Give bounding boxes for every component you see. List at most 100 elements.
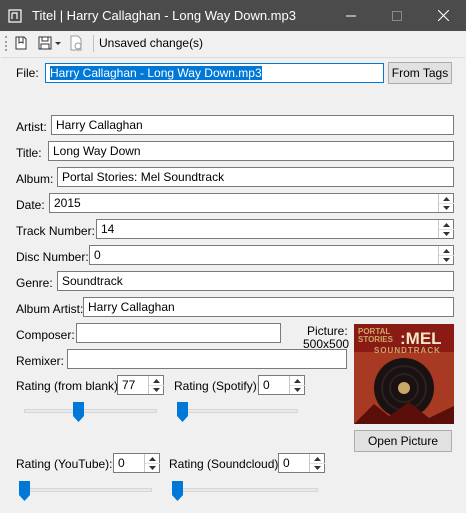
maximize-button[interactable] — [374, 0, 420, 31]
window-title: Titel | Harry Callaghan - Long Way Down.… — [32, 8, 296, 23]
genre-input[interactable]: Soundtrack — [57, 271, 454, 291]
disc-number-spin-buttons — [438, 246, 454, 264]
toolbar-grip[interactable] — [5, 36, 7, 51]
rating-from-blank-slider-thumb[interactable] — [73, 402, 85, 422]
album-artist-label: Album Artist: — [16, 302, 84, 316]
rating-from-blank-slider-track[interactable] — [24, 409, 157, 413]
disc-number-decrement-button[interactable] — [439, 255, 454, 264]
app-icon — [8, 9, 22, 23]
caret-up-icon — [314, 456, 321, 461]
disc-number-increment-button[interactable] — [439, 246, 454, 255]
rating-youtube-label: Rating (YouTube): — [16, 457, 113, 471]
from-tags-button[interactable]: From Tags — [388, 62, 452, 84]
minimize-icon — [346, 15, 356, 16]
close-button[interactable] — [420, 0, 466, 31]
rating-youtube-value: 0 — [118, 456, 125, 470]
disc-number-label: Disc Number: — [16, 250, 89, 264]
track-number-label: Track Number: — [16, 224, 95, 238]
rating-from-blank-label: Rating (from blank): — [16, 379, 122, 393]
date-label: Date: — [16, 198, 45, 212]
rating-youtube-stepper[interactable]: 0 — [113, 453, 160, 473]
album-art-text-stories: STORIES — [358, 335, 394, 344]
caret-down-icon — [153, 388, 160, 392]
rating-soundcloud-slider-track[interactable] — [177, 488, 318, 492]
composer-input[interactable] — [76, 323, 281, 343]
rating-youtube-slider-thumb[interactable] — [18, 481, 30, 501]
save-icon[interactable] — [37, 35, 53, 51]
rating-from-blank-decrement-button[interactable] — [149, 385, 164, 394]
remixer-label: Remixer: — [16, 354, 65, 368]
file-label: File: — [16, 66, 39, 80]
caret-down-icon — [443, 206, 450, 210]
track-number-value: 14 — [101, 222, 115, 236]
rating-spotify-label: Rating (Spotify): — [174, 379, 261, 393]
open-file-icon[interactable] — [13, 35, 29, 51]
caret-up-icon — [443, 196, 450, 201]
rating-from-blank-increment-button[interactable] — [149, 376, 164, 385]
album-input[interactable]: Portal Stories: Mel Soundtrack — [57, 167, 454, 187]
rating-soundcloud-slider-thumb[interactable] — [171, 481, 183, 501]
toolbar: Unsaved change(s) — [1, 31, 465, 56]
rating-spotify-increment-button[interactable] — [290, 376, 305, 385]
title-bar: Titel | Harry Callaghan - Long Way Down.… — [0, 0, 466, 31]
caret-up-icon — [149, 456, 156, 461]
caret-up-icon — [294, 378, 301, 383]
track-number-spin-buttons — [438, 220, 454, 238]
file-name-value: Harry Callaghan - Long Way Down.mp3 — [50, 66, 262, 80]
caret-down-icon — [314, 466, 321, 470]
track-number-increment-button[interactable] — [439, 220, 454, 229]
rating-soundcloud-stepper[interactable]: 0 — [278, 453, 325, 473]
open-picture-button[interactable]: Open Picture — [354, 430, 452, 452]
rating-youtube-spin-buttons — [144, 454, 160, 472]
rating-spotify-stepper[interactable]: 0 — [258, 375, 305, 395]
rating-from-blank-spin-buttons — [148, 376, 164, 394]
rating-soundcloud-decrement-button[interactable] — [310, 463, 325, 472]
rating-spotify-slider-track[interactable] — [182, 409, 298, 413]
date-spin-buttons — [438, 194, 454, 212]
rating-spotify-value: 0 — [263, 378, 270, 392]
rating-youtube-decrement-button[interactable] — [145, 463, 160, 472]
caret-down-icon — [149, 466, 156, 470]
composer-label: Composer: — [16, 328, 75, 342]
album-art-text-soundtrack: SOUNDTRACK — [374, 346, 441, 355]
rating-from-blank-stepper[interactable]: 77 — [117, 375, 164, 395]
date-decrement-button[interactable] — [439, 203, 454, 212]
chevron-down-icon[interactable] — [54, 35, 62, 51]
disc-number-stepper[interactable]: 0 — [89, 245, 454, 265]
rating-spotify-slider-thumb[interactable] — [176, 402, 188, 422]
disc-number-value: 0 — [94, 248, 101, 262]
rating-spotify-decrement-button[interactable] — [290, 385, 305, 394]
title-input[interactable]: Long Way Down — [48, 141, 454, 161]
caret-up-icon — [153, 378, 160, 383]
caret-down-icon — [443, 232, 450, 236]
caret-up-icon — [443, 248, 450, 253]
date-stepper[interactable]: 2015 — [49, 193, 454, 213]
minimize-button[interactable] — [328, 0, 374, 31]
reload-file-icon[interactable] — [68, 35, 84, 51]
rating-soundcloud-spin-buttons — [309, 454, 325, 472]
date-value: 2015 — [54, 196, 81, 210]
track-number-decrement-button[interactable] — [439, 229, 454, 238]
caret-up-icon — [443, 222, 450, 227]
artist-input[interactable]: Harry Callaghan — [51, 115, 454, 135]
rating-spotify-spin-buttons — [289, 376, 305, 394]
maximize-icon — [392, 10, 402, 21]
rating-youtube-slider-track[interactable] — [24, 488, 152, 492]
album-artist-input[interactable]: Harry Callaghan — [83, 297, 454, 317]
close-icon — [437, 10, 449, 21]
rating-youtube-increment-button[interactable] — [145, 454, 160, 463]
track-number-stepper[interactable]: 14 — [96, 219, 454, 239]
album-art-image: PORTAL STORIES :MEL SOUNDTRACK — [354, 324, 454, 424]
date-increment-button[interactable] — [439, 194, 454, 203]
remixer-input[interactable] — [67, 349, 347, 369]
unsaved-changes-label: Unsaved change(s) — [99, 36, 204, 50]
rating-soundcloud-label: Rating (Soundcloud): — [169, 457, 282, 471]
artist-label: Artist: — [16, 120, 47, 134]
album-art-graphic: PORTAL STORIES :MEL SOUNDTRACK — [354, 324, 454, 424]
caret-down-icon — [294, 388, 301, 392]
album-label: Album: — [16, 172, 54, 186]
rating-soundcloud-increment-button[interactable] — [310, 454, 325, 463]
picture-label: Picture: — [307, 324, 348, 338]
title-label: Title: — [16, 146, 42, 160]
file-name-input[interactable]: Harry Callaghan - Long Way Down.mp3 — [45, 63, 384, 83]
